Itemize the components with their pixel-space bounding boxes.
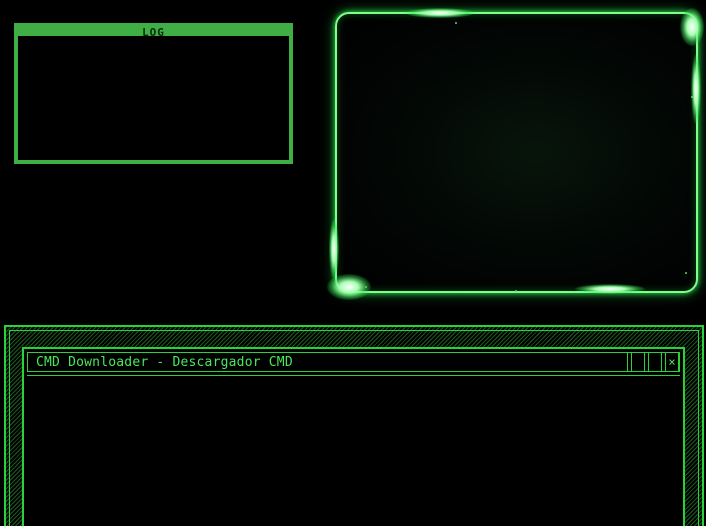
cmd-downloader-window: CMD Downloader - Descargador CMD × bbox=[4, 325, 704, 526]
log-panel: LOG bbox=[14, 23, 293, 164]
title-bar[interactable]: CMD Downloader - Descargador CMD × bbox=[27, 352, 680, 372]
glow-particle bbox=[691, 96, 693, 98]
glow-frame bbox=[335, 12, 698, 293]
glow-spark-right bbox=[691, 54, 701, 124]
minimize-button[interactable] bbox=[631, 353, 645, 371]
glow-particle bbox=[365, 286, 367, 288]
log-title-bar: LOG bbox=[18, 26, 289, 39]
window-body: CMD Downloader - Descargador CMD × bbox=[22, 347, 685, 526]
glow-spark-top bbox=[405, 8, 475, 18]
glow-spark-top-right bbox=[680, 8, 704, 46]
glow-particle bbox=[685, 272, 687, 274]
glow-particle bbox=[455, 22, 457, 24]
close-button[interactable]: × bbox=[665, 353, 679, 371]
maximize-button[interactable] bbox=[648, 353, 662, 371]
glow-spark-bottom bbox=[575, 284, 645, 294]
glow-frame-panel bbox=[325, 4, 706, 302]
desktop: LOG CMD Downloader - Descargador CMD × bbox=[0, 0, 706, 526]
window-title: CMD Downloader - Descargador CMD bbox=[36, 354, 293, 370]
glow-spark-left bbox=[329, 219, 339, 279]
window-content[interactable] bbox=[27, 375, 680, 526]
title-area[interactable]: CMD Downloader - Descargador CMD bbox=[28, 353, 628, 371]
log-title: LOG bbox=[142, 26, 165, 39]
glow-particle bbox=[515, 290, 517, 292]
close-icon: × bbox=[668, 355, 676, 369]
